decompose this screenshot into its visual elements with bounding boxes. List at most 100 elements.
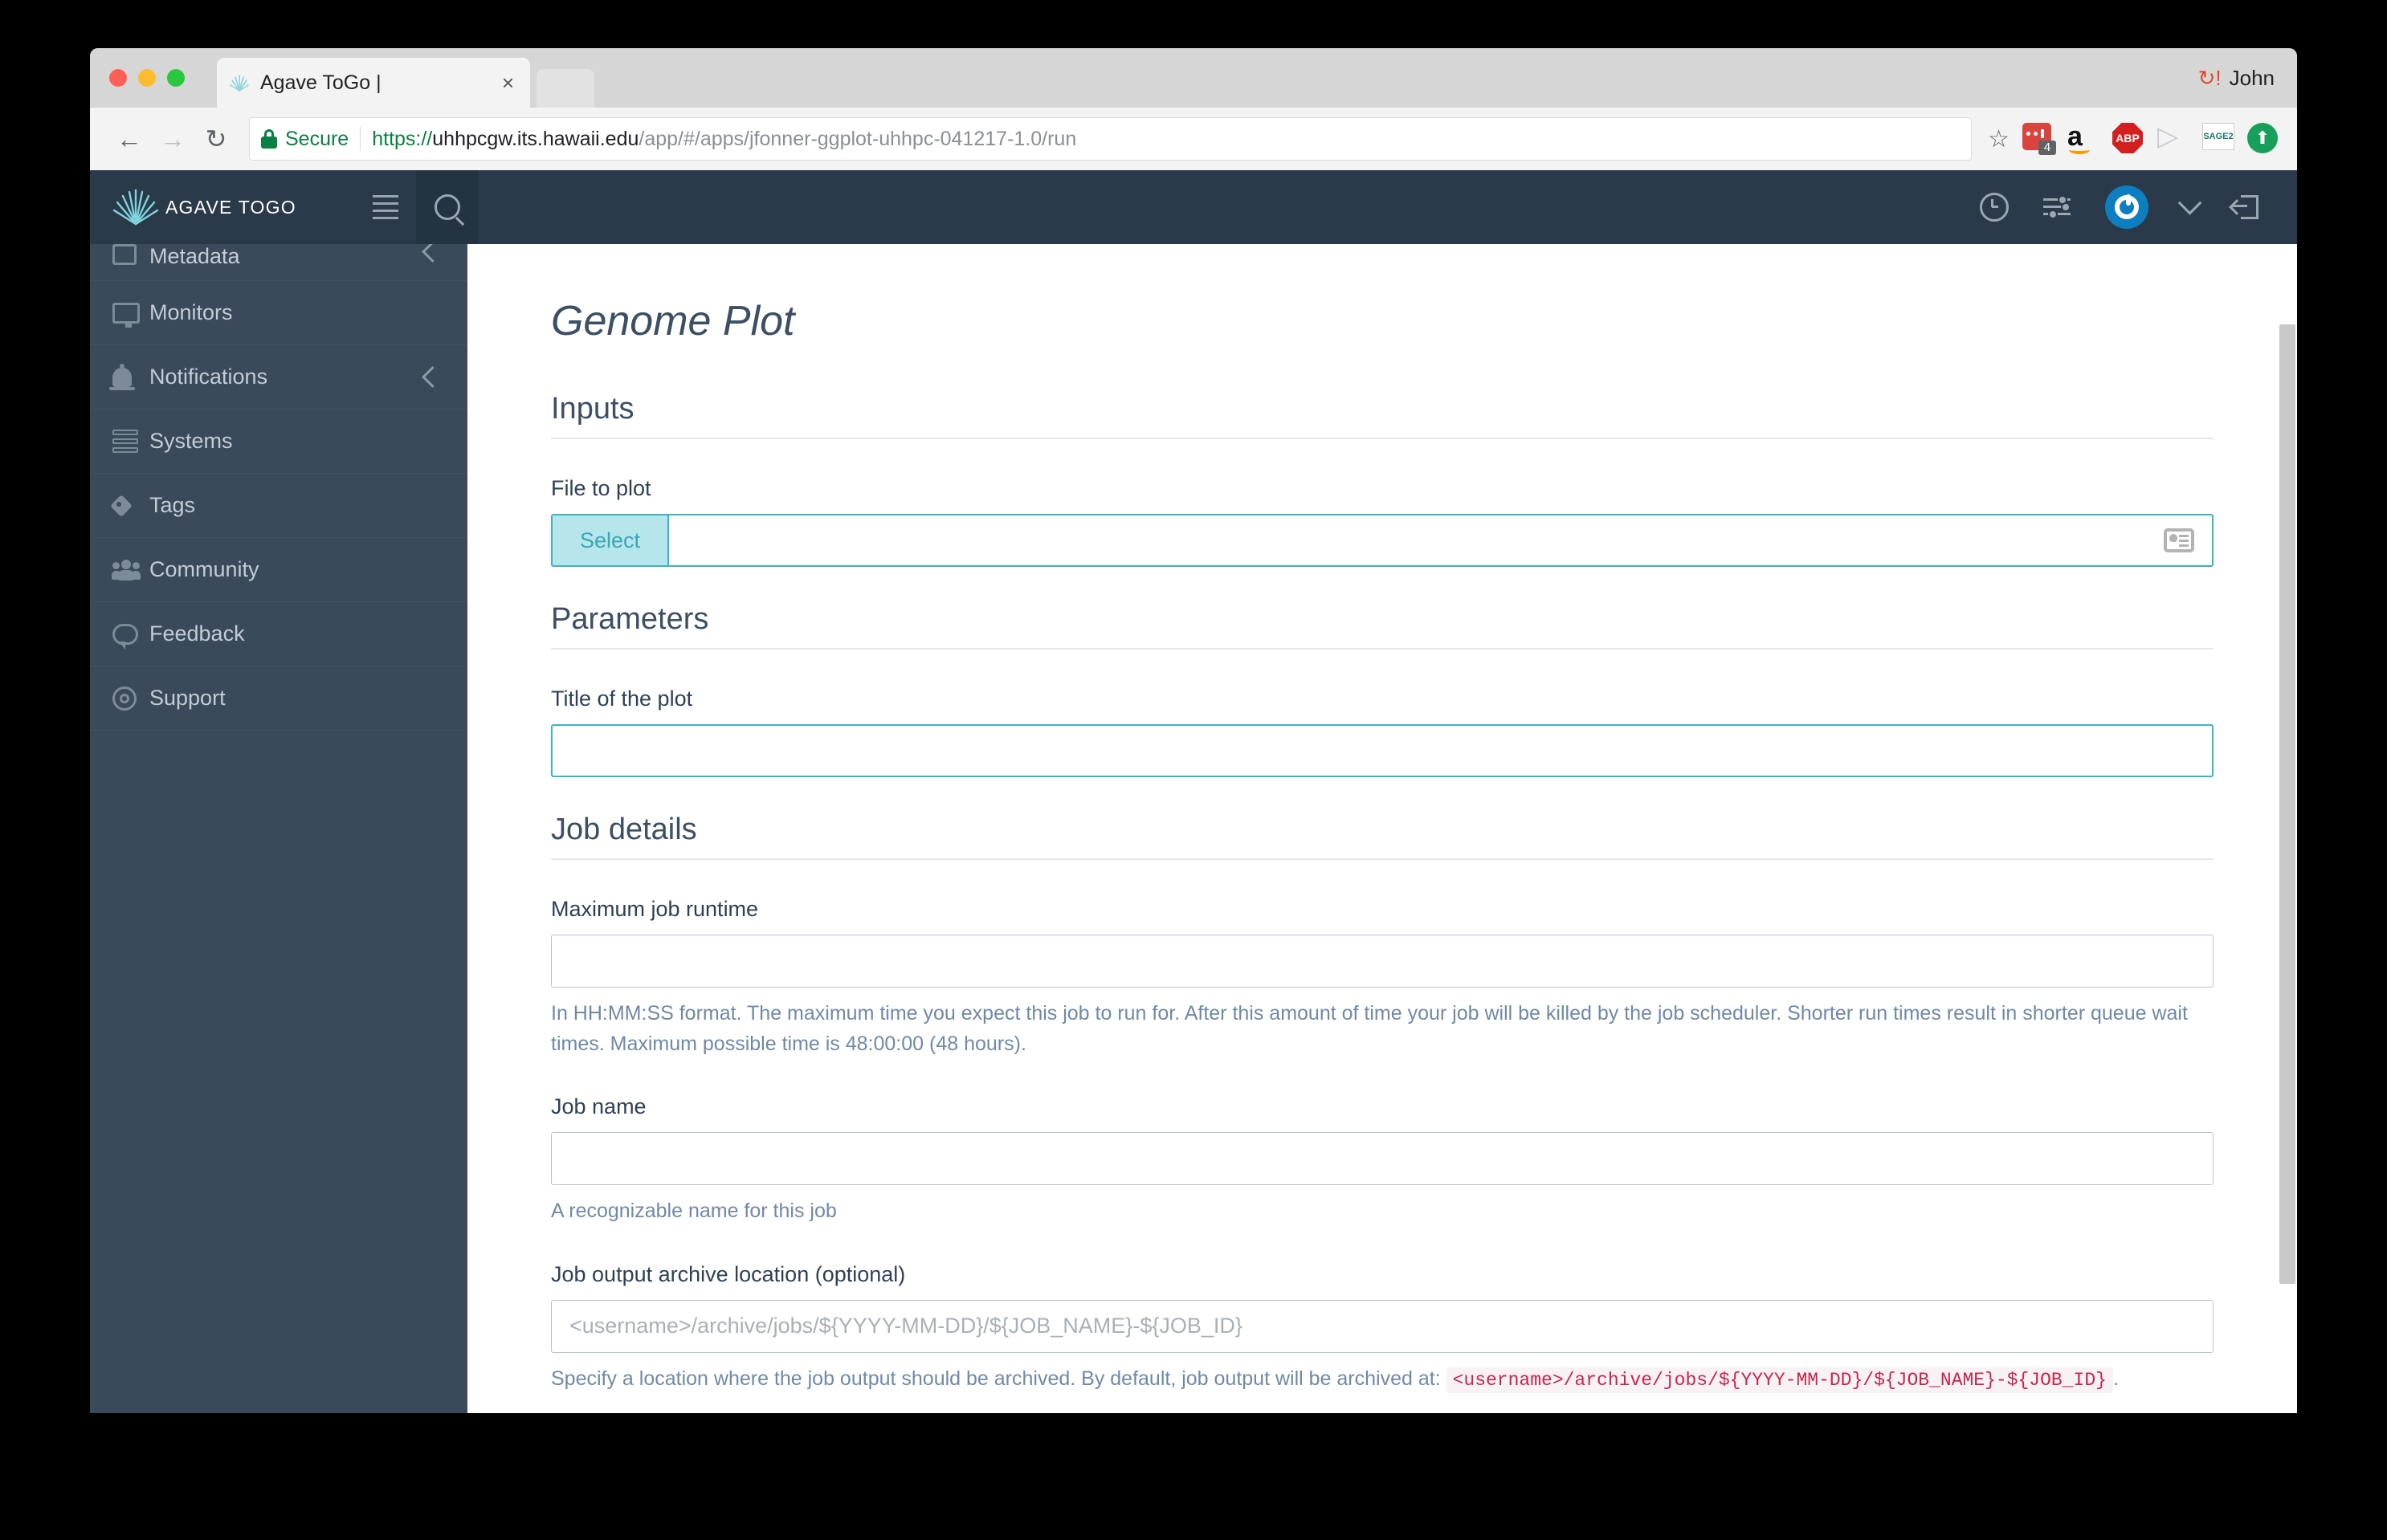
page-scrollbar[interactable] bbox=[2276, 244, 2297, 1413]
app-logo[interactable]: AGAVE TOGO bbox=[90, 170, 355, 244]
help-prefix: Specify a location where the job output … bbox=[551, 1367, 1441, 1390]
header-actions bbox=[1963, 170, 2297, 249]
job-name-input[interactable] bbox=[551, 1132, 2214, 1185]
page-title: Genome Plot bbox=[551, 298, 795, 344]
close-tab-button[interactable]: × bbox=[497, 72, 519, 93]
url-scheme: https:// bbox=[372, 127, 433, 150]
bell-icon bbox=[109, 363, 149, 390]
field-plot-title: Title of the plot bbox=[551, 686, 2214, 777]
help-suffix: . bbox=[2112, 1367, 2119, 1390]
adblock-plus-extension[interactable]: ABP bbox=[2112, 123, 2144, 155]
archive-path-code: <username>/archive/jobs/${YYYY-MM-DD}/${… bbox=[1446, 1367, 2113, 1393]
field-archive-location: Job output archive location (optional) S… bbox=[551, 1262, 2214, 1395]
field-job-name: Job name A recognizable name for this jo… bbox=[551, 1094, 2214, 1227]
sidebar-item-community[interactable]: Community bbox=[90, 538, 467, 602]
agave-favicon bbox=[228, 71, 251, 94]
browser-tab[interactable]: Agave ToGo | × bbox=[217, 58, 530, 108]
logout-icon[interactable] bbox=[2214, 170, 2276, 244]
sidebar-item-feedback[interactable]: Feedback bbox=[90, 602, 467, 666]
file-path-input[interactable] bbox=[669, 515, 2164, 565]
sidebar-item-support[interactable]: Support bbox=[90, 666, 467, 731]
agave-logo-icon bbox=[112, 189, 159, 226]
field-help-text: In HH:MM:SS format. The maximum time you… bbox=[551, 1002, 2188, 1055]
new-tab-button[interactable] bbox=[537, 69, 594, 108]
amazon-extension[interactable]: a bbox=[2067, 123, 2099, 155]
users-icon bbox=[112, 559, 149, 581]
header-spacer bbox=[479, 170, 1963, 244]
lock-icon bbox=[261, 129, 277, 149]
user-menu-toggle[interactable] bbox=[2165, 170, 2250, 249]
reload-button[interactable]: ↻ bbox=[194, 117, 238, 161]
sidebar-item-label: Monitors bbox=[149, 300, 233, 324]
back-button[interactable]: ← bbox=[108, 117, 151, 161]
sidebar-item-systems[interactable]: Systems bbox=[90, 409, 467, 474]
field-help-text: A recognizable name for this job bbox=[551, 1200, 837, 1222]
upload-extension[interactable]: ⬆ bbox=[2247, 123, 2279, 155]
archive-location-input[interactable] bbox=[551, 1299, 2214, 1353]
avatar[interactable] bbox=[2088, 170, 2165, 244]
close-window-button[interactable] bbox=[109, 69, 127, 87]
search-button[interactable] bbox=[416, 170, 479, 244]
menu-toggle-icon[interactable] bbox=[355, 170, 416, 244]
field-max-runtime: Maximum job runtime In HH:MM:SS format. … bbox=[551, 897, 2214, 1059]
star-icon[interactable]: ☆ bbox=[1988, 125, 2010, 153]
window-controls bbox=[109, 69, 185, 87]
browser-toolbar: ← → ↻ Secure https://uhhpcgw.its.hawaii.… bbox=[90, 108, 2297, 170]
address-card-icon[interactable] bbox=[2164, 515, 2212, 565]
search-icon bbox=[435, 194, 460, 220]
maximize-window-button[interactable] bbox=[167, 69, 185, 87]
sidebar-item-label: Feedback bbox=[149, 621, 245, 646]
sidebar-item-tags[interactable]: Tags bbox=[90, 474, 467, 538]
field-label: Job output archive location (optional) bbox=[551, 1261, 906, 1286]
sidebar-item-metadata[interactable]: Metadata bbox=[90, 244, 467, 281]
field-file-to-plot: File to plot Select bbox=[551, 476, 2214, 567]
scrollbar-thumb[interactable] bbox=[2279, 324, 2295, 1284]
history-clock-icon[interactable] bbox=[1963, 170, 2026, 244]
select-file-button[interactable]: Select bbox=[553, 515, 670, 565]
forward-button[interactable]: → bbox=[151, 117, 194, 161]
max-runtime-input[interactable] bbox=[551, 935, 2214, 988]
tag-icon bbox=[112, 494, 149, 518]
field-label: Job name bbox=[551, 1094, 647, 1118]
extension-badge-count: 4 bbox=[2038, 141, 2056, 155]
settings-sliders-icon[interactable] bbox=[2026, 170, 2088, 244]
sidebar-item-monitors[interactable]: Monitors bbox=[90, 281, 467, 345]
plot-title-input[interactable] bbox=[551, 724, 2214, 777]
chevron-left-icon bbox=[422, 366, 443, 388]
profile-name: John bbox=[2229, 66, 2275, 90]
chevron-left-icon bbox=[422, 244, 443, 263]
field-help-text: Specify a location where the job output … bbox=[551, 1364, 2214, 1395]
sage2-extension[interactable]: SAGE2 bbox=[2202, 123, 2234, 155]
omnibox-divider bbox=[360, 127, 361, 151]
tab-title: Agave ToGo | bbox=[260, 71, 382, 94]
chevron-down-icon bbox=[2177, 190, 2201, 215]
sidebar-item-label: Systems bbox=[149, 429, 233, 453]
sidebar-item-label: Community bbox=[149, 557, 259, 581]
address-bar[interactable]: Secure https://uhhpcgw.its.hawaii.edu/ap… bbox=[249, 117, 1973, 161]
field-label: Maximum job runtime bbox=[551, 897, 759, 921]
browser-tab-strip: Agave ToGo | × ↻! John bbox=[90, 48, 2297, 108]
section-heading-job-details: Job details bbox=[551, 813, 697, 846]
sidebar-item-label: Metadata bbox=[149, 244, 240, 268]
security-status-label: Secure bbox=[285, 127, 349, 150]
url-path: /app/#/apps/jfonner-ggplot-uhhpc-041217-… bbox=[639, 127, 1077, 150]
field-label: File to plot bbox=[551, 476, 651, 500]
app-header: AGAVE TOGO bbox=[90, 170, 2297, 249]
minimize-window-button[interactable] bbox=[138, 69, 156, 87]
page-viewport: AGAVE TOGO Metadata Monitors Notificatio… bbox=[90, 170, 2297, 1413]
metadata-icon bbox=[112, 244, 149, 265]
sidebar-item-notifications[interactable]: Notifications bbox=[90, 345, 467, 409]
tab-manager-extension[interactable]: 4 bbox=[2022, 123, 2056, 155]
section-divider bbox=[551, 648, 2214, 650]
section-heading-inputs: Inputs bbox=[551, 392, 634, 426]
media-player-extension[interactable]: ▷ bbox=[2157, 123, 2189, 155]
browser-profile[interactable]: ↻! John bbox=[2198, 66, 2275, 91]
file-input-group: Select bbox=[551, 514, 2214, 567]
sidebar: Metadata Monitors Notifications Systems bbox=[90, 244, 467, 1413]
url-host: uhhpcgw.its.hawaii.edu bbox=[432, 127, 639, 150]
sync-problem-icon: ↻! bbox=[2197, 66, 2222, 90]
extension-toolbar: 4 a ABP ▷ SAGE2 ⬆ bbox=[2022, 123, 2279, 155]
url-text: https://uhhpcgw.its.hawaii.edu/app/#/app… bbox=[372, 128, 1076, 151]
section-divider bbox=[551, 438, 2214, 439]
section-divider bbox=[551, 858, 2214, 860]
